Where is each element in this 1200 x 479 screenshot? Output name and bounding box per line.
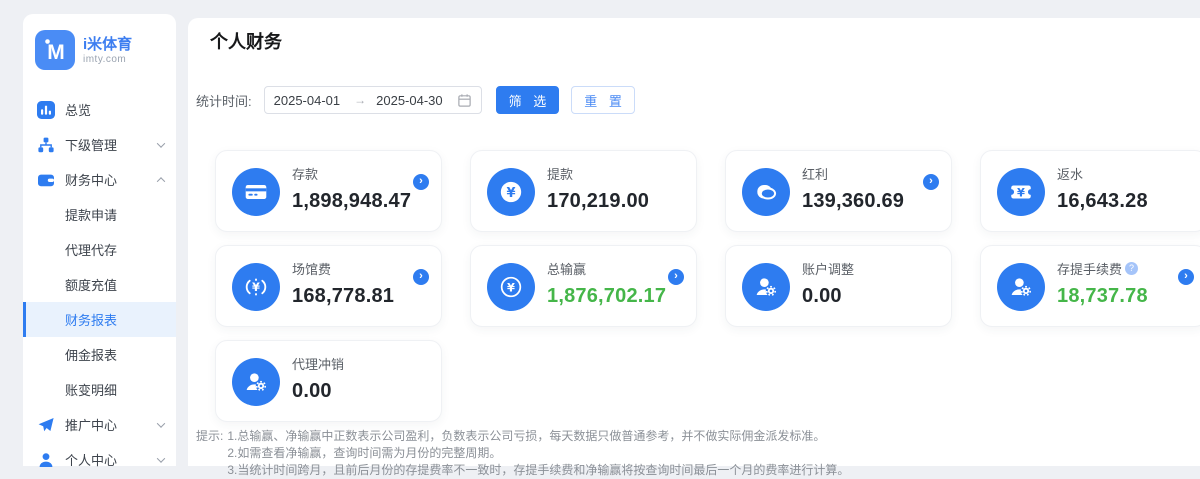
stat-card-deposit: 存款 1,898,948.47 › — [215, 150, 442, 232]
chevron-down-icon — [157, 419, 165, 427]
svg-text:M: M — [47, 41, 65, 64]
svg-text:¥: ¥ — [252, 280, 260, 294]
sidebar-item-label: 账变明细 — [65, 380, 117, 399]
filter-row: 统计时间: 2025-04-01 → 2025-04-30 筛 选 重 置 — [196, 86, 1200, 114]
chevron-up-icon — [157, 177, 165, 185]
card-value: 16,643.28 — [1057, 190, 1200, 213]
stat-card-venue-fee: ¥ 场馆费 168,778.81 › — [215, 245, 442, 327]
brand-name: i米体育 — [83, 36, 132, 54]
personal-finance-page: { "brand": { "name": "i米体育", "domain": "… — [0, 0, 1200, 466]
sidebar-item-withdrawal-request[interactable]: 提款申请 — [23, 197, 176, 232]
sidebar-item-label: 下级管理 — [65, 135, 117, 154]
sidebar-item-label: 个人中心 — [65, 450, 117, 469]
card-value: 18,737.78 — [1057, 285, 1200, 308]
user-gear-icon — [997, 263, 1045, 311]
sidebar-item-label: 提款申请 — [65, 205, 117, 224]
bank-card-icon — [232, 168, 280, 216]
stat-card-account-adjustment: 账户调整 0.00 — [725, 245, 952, 327]
card-value: 139,360.69 — [802, 190, 951, 213]
sidebar-item-financial-report[interactable]: 财务报表 — [23, 302, 176, 337]
stat-card-deposit-withdrawal-fee: 存提手续费 ? 18,737.78 › — [980, 245, 1200, 327]
user-gear-icon — [742, 263, 790, 311]
page-title: 个人财务 — [210, 28, 1200, 54]
card-value: 1,876,702.17 — [547, 285, 696, 308]
card-label: 存提手续费 — [1057, 259, 1122, 278]
sidebar-item-label: 额度充值 — [65, 275, 117, 294]
org-chart-icon — [37, 136, 55, 154]
sidebar-item-label: 佣金报表 — [65, 345, 117, 364]
svg-text:¥: ¥ — [1017, 185, 1025, 199]
main-panel: 个人财务 统计时间: 2025-04-01 → 2025-04-30 筛 选 重… — [188, 18, 1200, 466]
sidebar-item-subordinate-management[interactable]: 下级管理 — [23, 127, 176, 162]
yen-disc-icon: ¥ — [487, 168, 535, 216]
card-value: 168,778.81 — [292, 285, 441, 308]
help-icon[interactable]: ? — [1125, 262, 1138, 275]
coins-icon — [742, 168, 790, 216]
sidebar-item-label: 总览 — [65, 100, 91, 119]
end-date-value[interactable]: 2025-04-30 — [376, 93, 457, 108]
sidebar-item-account-change-detail[interactable]: 账变明细 — [23, 372, 176, 407]
notes: 提示: 1.总输赢、净输赢中正数表示公司盈利，负数表示公司亏损，每天数据只做普通… — [196, 428, 1200, 479]
stat-card-agent-writeoff: 代理冲销 0.00 — [215, 340, 442, 422]
stat-card-rebate: ¥ 返水 16,643.28 — [980, 150, 1200, 232]
stat-cards: 存款 1,898,948.47 › ¥ 提款 170,219.00 红利 139… — [215, 150, 1200, 422]
card-value: 170,219.00 — [547, 190, 696, 213]
sidebar-item-commission-report[interactable]: 佣金报表 — [23, 337, 176, 372]
wallet-icon — [37, 171, 55, 189]
ticket-yen-icon: ¥ — [997, 168, 1045, 216]
sidebar-item-label: 推广中心 — [65, 415, 117, 434]
stat-card-bonus: 红利 139,360.69 › — [725, 150, 952, 232]
card-label: 代理冲销 — [292, 354, 441, 373]
sidebar-item-label: 代理代存 — [65, 240, 117, 259]
sidebar-item-overview[interactable]: 总览 — [23, 92, 176, 127]
filter-button[interactable]: 筛 选 — [496, 86, 560, 114]
note-line: 3.当统计时间跨月，且前后月份的存提费率不一致时，存提手续费和净输赢将按查询时间… — [227, 462, 849, 479]
arrow-right-icon[interactable]: › — [413, 269, 429, 285]
card-value: 0.00 — [802, 285, 951, 308]
bracket-yen-icon: ¥ — [232, 263, 280, 311]
svg-text:¥: ¥ — [506, 186, 515, 201]
card-value: 1,898,948.47 — [292, 190, 441, 213]
reset-button[interactable]: 重 置 — [571, 86, 635, 114]
date-range-picker[interactable]: 2025-04-01 → 2025-04-30 — [264, 86, 482, 114]
sidebar-item-quota-recharge[interactable]: 额度充值 — [23, 267, 176, 302]
sidebar-item-finance-center[interactable]: 财务中心 — [23, 162, 176, 197]
stat-card-total-winloss: ¥ 总输赢 1,876,702.17 › — [470, 245, 697, 327]
sidebar-item-promotion-center[interactable]: 推广中心 — [23, 407, 176, 442]
arrow-right-icon[interactable]: › — [413, 174, 429, 190]
card-label: 提款 — [547, 164, 696, 183]
card-value: 0.00 — [292, 380, 441, 403]
brand-logo-icon: M — [35, 30, 75, 70]
notes-prefix: 提示: — [196, 428, 223, 479]
chevron-down-icon — [157, 454, 165, 462]
arrow-right-icon[interactable]: › — [1178, 269, 1194, 285]
sidebar-item-agent-deposit[interactable]: 代理代存 — [23, 232, 176, 267]
user-gear-icon — [232, 358, 280, 406]
arrow-right-icon[interactable]: › — [668, 269, 684, 285]
sidebar: M i米体育 imty.com 总览 下级管理 财务中心 — [23, 14, 176, 466]
sidebar-item-label: 财务中心 — [65, 170, 117, 189]
ring-yen-icon: ¥ — [487, 263, 535, 311]
brand-logo[interactable]: M i米体育 imty.com — [23, 14, 176, 84]
stat-card-withdrawal: ¥ 提款 170,219.00 — [470, 150, 697, 232]
note-line: 1.总输赢、净输赢中正数表示公司盈利，负数表示公司亏损，每天数据只做普通参考，并… — [227, 428, 849, 445]
paper-plane-icon — [37, 416, 55, 434]
brand-domain: imty.com — [83, 54, 132, 65]
arrow-right-icon[interactable]: › — [923, 174, 939, 190]
bar-chart-icon — [37, 101, 55, 119]
sidebar-item-label: 财务报表 — [65, 310, 117, 329]
sidebar-item-personal-center[interactable]: 个人中心 — [23, 442, 176, 477]
filter-label: 统计时间: — [196, 91, 252, 110]
card-label: 账户调整 — [802, 259, 951, 278]
sidebar-menu: 总览 下级管理 财务中心 提款申请 代理代存 额度充值 财务报表 佣金报表 账变… — [23, 92, 176, 477]
card-label: 返水 — [1057, 164, 1200, 183]
start-date-value[interactable]: 2025-04-01 — [274, 93, 355, 108]
calendar-icon — [457, 93, 472, 108]
range-separator: → — [354, 93, 366, 107]
note-line: 2.如需查看净输赢，查询时间需为月份的完整周期。 — [227, 445, 849, 462]
svg-text:¥: ¥ — [507, 280, 515, 294]
chevron-down-icon — [157, 139, 165, 147]
